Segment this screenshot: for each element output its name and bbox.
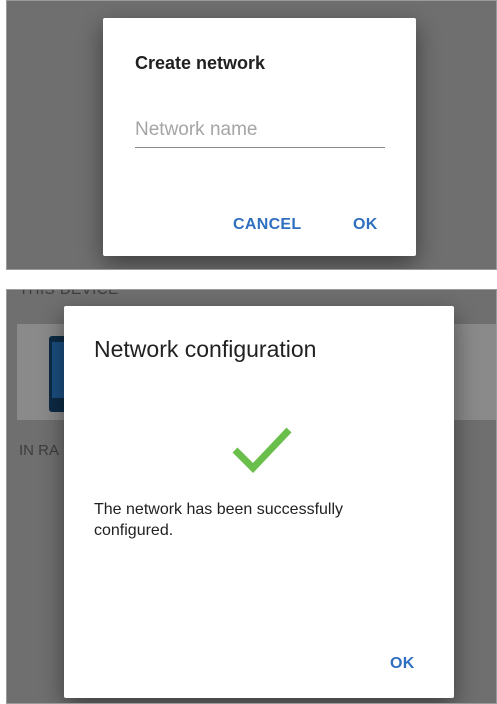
ok-button[interactable]: OK (382, 649, 423, 679)
cancel-button[interactable]: CANCEL (225, 210, 309, 240)
create-network-screen: Create network CANCEL OK (6, 0, 497, 270)
create-network-dialog: Create network CANCEL OK (103, 18, 416, 256)
in-range-section-label: IN RA (19, 442, 60, 459)
success-message: The network has been successfully config… (94, 501, 344, 539)
checkmark-icon (232, 427, 292, 474)
dialog-title: Network configuration (94, 336, 317, 362)
ok-button[interactable]: OK (345, 210, 386, 240)
network-name-input[interactable] (135, 113, 385, 148)
network-configuration-dialog: Network configuration The network has be… (64, 306, 454, 698)
this-device-section-label: THIS DEVICE (19, 289, 119, 298)
dialog-title: Create network (135, 53, 266, 73)
network-configuration-screen: THIS DEVICE IN RA Network configuration … (6, 289, 497, 704)
